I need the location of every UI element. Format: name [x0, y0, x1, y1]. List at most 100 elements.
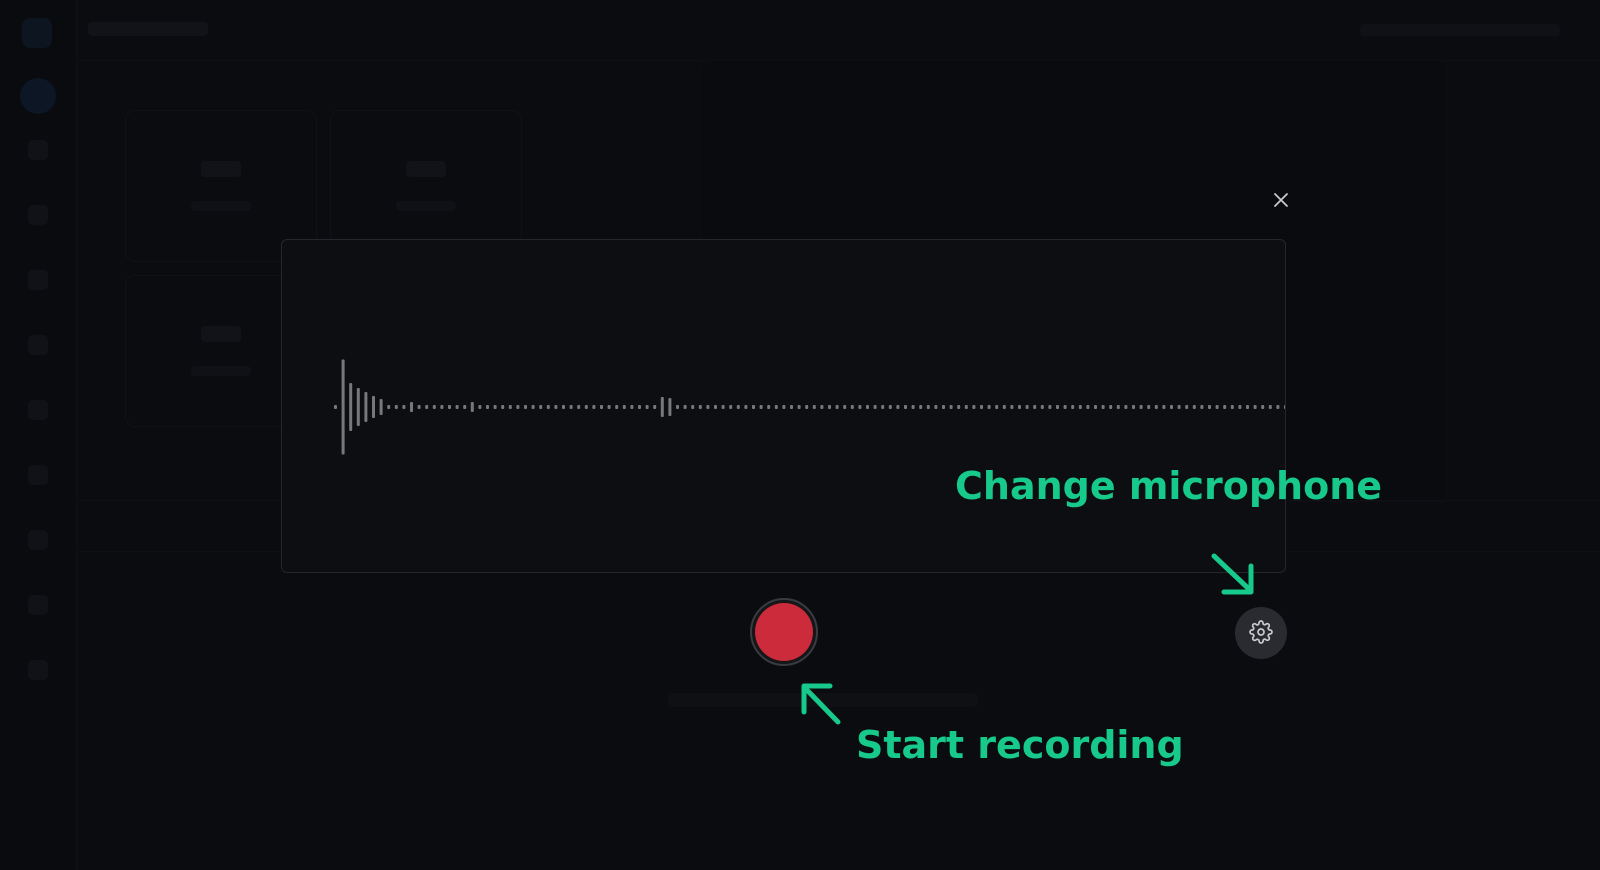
waveform-bar	[387, 405, 391, 409]
waveform-bar	[812, 405, 816, 409]
waveform-bar	[767, 405, 771, 409]
waveform-bar	[524, 405, 527, 409]
waveform-bar	[1109, 405, 1113, 409]
waveform-bar	[638, 405, 641, 409]
waveform-bar	[448, 405, 451, 409]
sidebar-item	[28, 335, 48, 355]
waveform-bar	[645, 405, 649, 409]
waveform-bar	[1185, 405, 1189, 409]
waveform-bar	[615, 405, 619, 409]
waveform-bar	[372, 396, 375, 418]
waveform-bar	[1230, 405, 1234, 409]
waveform-bar	[1223, 405, 1227, 409]
top-bar-actions	[1360, 24, 1560, 36]
waveform-bar	[1071, 405, 1075, 409]
waveform-bar	[949, 405, 953, 409]
waveform-bar	[379, 399, 383, 415]
waveform-bar	[653, 405, 657, 409]
waveform-bar	[797, 405, 801, 409]
sidebar-item	[28, 465, 48, 485]
waveform-bar	[584, 405, 588, 409]
close-button[interactable]	[1268, 188, 1294, 214]
waveform-bar	[896, 405, 900, 409]
waveform-bar	[987, 405, 991, 409]
waveform-bar	[455, 405, 459, 409]
waveform-bar	[744, 405, 748, 409]
waveform-bar	[1094, 405, 1097, 409]
waveform-bar	[835, 405, 839, 409]
waveform-bar	[904, 405, 907, 409]
waveform-bar	[402, 405, 406, 409]
audio-waveform	[334, 359, 1285, 455]
waveform-bar	[1192, 405, 1196, 409]
waveform-bar	[508, 405, 512, 409]
waveform-bar	[790, 405, 793, 409]
waveform-bar	[463, 405, 467, 409]
waveform-bar	[432, 405, 436, 409]
sidebar-item	[28, 400, 48, 420]
waveform-bar	[752, 405, 755, 409]
sidebar-item	[28, 140, 48, 160]
waveform-bar	[919, 405, 923, 409]
sidebar-item	[28, 660, 48, 680]
waveform-bar	[600, 405, 603, 409]
waveform-bar	[1033, 405, 1037, 409]
sidebar-item	[28, 595, 48, 615]
waveform-bar	[805, 405, 809, 409]
waveform-bar	[554, 405, 558, 409]
waveform-bar	[630, 405, 634, 409]
waveform-bar	[866, 405, 869, 409]
waveform-bar	[1268, 405, 1272, 409]
waveform-bar	[934, 405, 938, 409]
waveform-bar	[1124, 405, 1128, 409]
waveform-bar	[356, 388, 360, 426]
waveform-bar	[828, 405, 831, 409]
record-button[interactable]	[750, 598, 818, 666]
waveform-bar	[1048, 405, 1052, 409]
waveform-bar	[562, 405, 565, 409]
waveform-bar	[1215, 405, 1219, 409]
waveform-bar	[676, 405, 679, 409]
waveform-bar	[736, 405, 740, 409]
annotation-start-recording: Start recording	[856, 723, 1184, 767]
sidebar-item	[28, 530, 48, 550]
waveform-bar	[394, 405, 398, 409]
waveform-bar	[1010, 405, 1014, 409]
waveform-bar	[782, 405, 786, 409]
gear-icon	[1249, 619, 1273, 647]
waveform-panel	[281, 239, 1286, 573]
waveform-bar	[569, 405, 573, 409]
waveform-bar	[1238, 405, 1242, 409]
close-icon	[1272, 191, 1290, 212]
waveform-bar	[334, 405, 337, 409]
sidebar	[0, 0, 77, 870]
waveform-bar	[546, 405, 550, 409]
waveform-bar	[706, 405, 710, 409]
waveform-bar	[721, 405, 725, 409]
waveform-bar	[425, 405, 429, 409]
waveform-bar	[1018, 405, 1021, 409]
waveform-bar	[1154, 405, 1158, 409]
waveform-bar	[881, 405, 885, 409]
waveform-bar	[1170, 405, 1173, 409]
waveform-bar	[592, 405, 596, 409]
waveform-bar	[539, 405, 543, 409]
waveform-bar	[729, 405, 733, 409]
waveform-bar	[774, 405, 778, 409]
sidebar-item	[28, 270, 48, 290]
waveform-bar	[668, 398, 672, 416]
waveform-bar	[470, 402, 474, 412]
waveform-bar	[1101, 405, 1105, 409]
waveform-bar	[364, 392, 368, 422]
waveform-bar	[995, 405, 999, 409]
waveform-bar	[972, 405, 976, 409]
microphone-settings-button[interactable]	[1235, 607, 1287, 659]
arrow-down-right-icon	[1211, 553, 1254, 595]
waveform-bar	[980, 405, 983, 409]
waveform-bar	[1139, 405, 1143, 409]
waveform-bar	[516, 405, 520, 409]
waveform-bar	[1246, 405, 1249, 409]
waveform-bar	[1200, 405, 1204, 409]
waveform-bar	[759, 405, 763, 409]
waveform-bar	[478, 405, 482, 409]
